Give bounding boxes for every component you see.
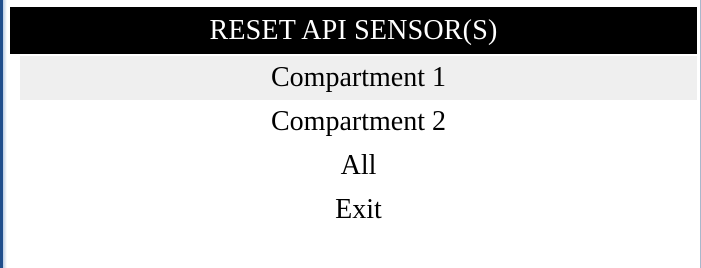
menu-item-compartment-1[interactable]: Compartment 1 bbox=[20, 56, 697, 100]
menu-title: RESET API SENSOR(S) bbox=[10, 7, 697, 54]
menu-item-compartment-2[interactable]: Compartment 2 bbox=[20, 100, 697, 144]
menu-item-exit[interactable]: Exit bbox=[20, 188, 697, 232]
reset-options-menu: Compartment 1 Compartment 2 All Exit bbox=[20, 56, 697, 232]
menu-item-all[interactable]: All bbox=[20, 144, 697, 188]
dialog-window: RESET API SENSOR(S) Compartment 1 Compar… bbox=[0, 0, 701, 268]
